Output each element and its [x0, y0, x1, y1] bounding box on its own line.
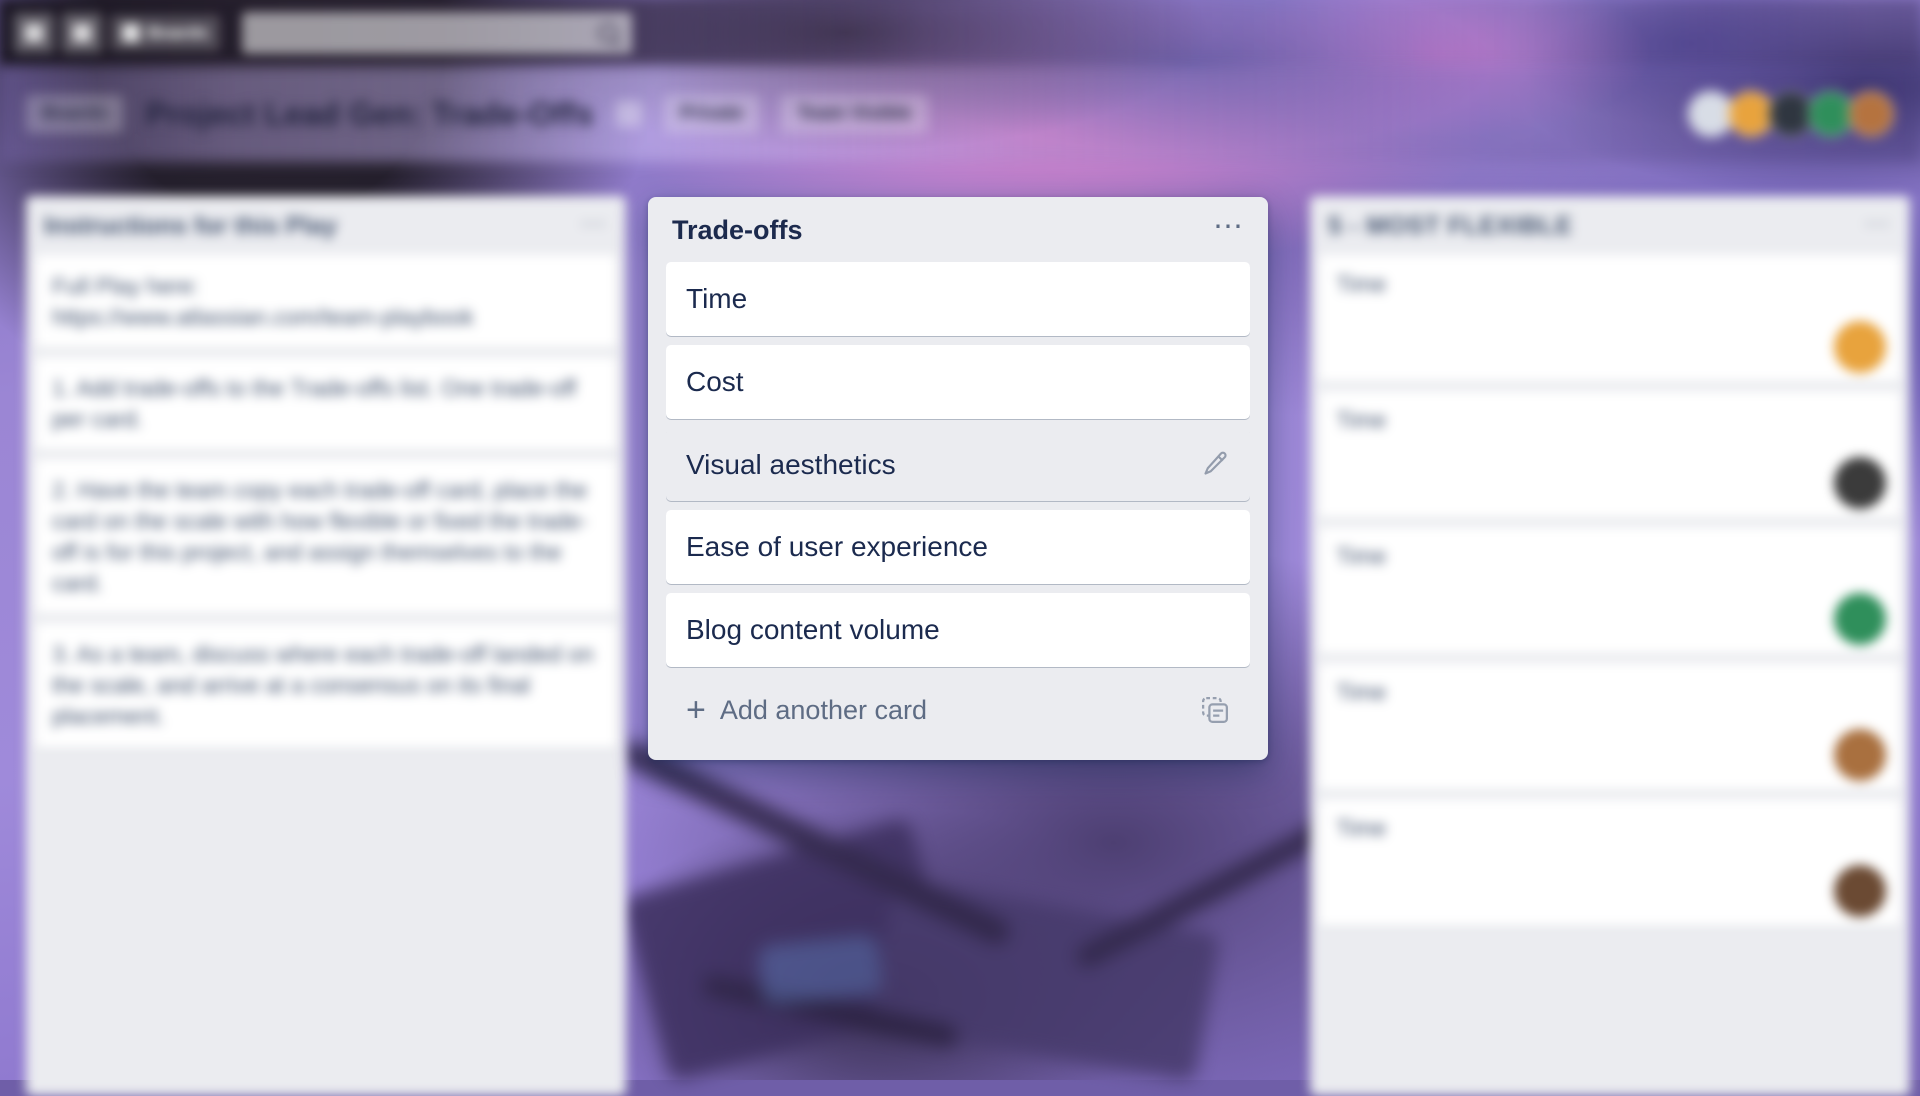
- search-input[interactable]: [242, 12, 632, 54]
- board-members-avatars[interactable]: [1694, 91, 1894, 137]
- member-avatar-5[interactable]: [1848, 91, 1894, 137]
- card[interactable]: Full Play here: https://www.atlassian.co…: [36, 255, 616, 349]
- card-title: 3. As a team, discuss where each trade-o…: [52, 639, 600, 732]
- card[interactable]: 2. Have the team copy each trade-off car…: [36, 459, 616, 615]
- page-title: Project Lead Gen: Trade-Offs: [145, 96, 593, 133]
- card-title: Time: [1336, 677, 1884, 708]
- card-title: Time: [1336, 269, 1884, 300]
- star-icon[interactable]: [616, 101, 642, 127]
- list-header: Instructions for this Play ⋯: [26, 196, 626, 255]
- card-title: 1. Add trade-offs to the Trade-offs list…: [52, 373, 600, 435]
- add-another-card-button[interactable]: + Add another card: [666, 673, 1250, 750]
- card-title: Cost: [686, 363, 1230, 401]
- list-instructions[interactable]: Instructions for this Play ⋯ Full Play h…: [26, 196, 626, 1096]
- card-avatar-4[interactable]: [1834, 729, 1886, 781]
- board-visibility-badge[interactable]: Private: [664, 95, 759, 133]
- card-title: Time: [1336, 813, 1884, 844]
- card[interactable]: Time: [1320, 799, 1900, 927]
- top-navigation-bar: Boards: [0, 0, 1920, 66]
- add-another-card-label: Add another card: [720, 695, 1186, 726]
- list-cards: Full Play here: https://www.atlassian.co…: [26, 255, 626, 755]
- list-menu-icon[interactable]: ⋯: [1213, 222, 1246, 240]
- board-header: Boards Project Lead Gen: Trade-Offs Priv…: [0, 66, 1920, 162]
- list-header: Trade-offs ⋯: [648, 197, 1268, 262]
- list-cards: Time Time Time Time Time: [1310, 255, 1910, 933]
- card-avatar-2[interactable]: [1834, 457, 1886, 509]
- trade-off-card[interactable]: Time: [666, 262, 1250, 336]
- card-avatar-5[interactable]: [1834, 865, 1886, 917]
- trade-off-card[interactable]: Ease of user experience: [666, 510, 1250, 584]
- list-tradeoffs[interactable]: Trade-offs ⋯ Time Cost Visual aesthetics Ea…: [648, 197, 1268, 760]
- card-title: Blog content volume: [686, 611, 1230, 649]
- card-avatar-3[interactable]: [1834, 593, 1886, 645]
- edit-pencil-icon[interactable]: [1200, 449, 1230, 479]
- trade-off-card[interactable]: Visual aesthetics: [666, 428, 1250, 502]
- trade-off-card[interactable]: Cost: [666, 345, 1250, 419]
- list-menu-icon[interactable]: ⋯: [580, 218, 608, 236]
- card[interactable]: Time: [1320, 255, 1900, 383]
- card-title: Full Play here: https://www.atlassian.co…: [52, 271, 600, 333]
- trade-off-card[interactable]: Blog content volume: [666, 593, 1250, 667]
- card-avatar-1[interactable]: [1834, 321, 1886, 373]
- list-title: Instructions for this Play: [44, 212, 580, 241]
- card-title: Time: [1336, 405, 1884, 436]
- list-title: 5 - MOST FLEXIBLE: [1328, 212, 1864, 241]
- boards-button[interactable]: Boards: [110, 15, 220, 51]
- card[interactable]: Time: [1320, 391, 1900, 519]
- plus-icon: +: [686, 697, 706, 723]
- list-cards: Time Cost Visual aesthetics Ease of user ex…: [648, 262, 1268, 667]
- boards-button-label: Boards: [148, 23, 208, 43]
- card-title: 2. Have the team copy each trade-off car…: [52, 475, 600, 599]
- list-header: 5 - MOST FLEXIBLE ⋯: [1310, 196, 1910, 255]
- card[interactable]: Time: [1320, 527, 1900, 655]
- list-menu-icon[interactable]: ⋯: [1864, 218, 1892, 236]
- card-title: Time: [686, 280, 1230, 318]
- card[interactable]: 1. Add trade-offs to the Trade-offs list…: [36, 357, 616, 451]
- card-template-icon[interactable]: [1200, 695, 1230, 725]
- card[interactable]: Time: [1320, 663, 1900, 791]
- list-title: Trade-offs: [672, 215, 1213, 246]
- breadcrumb-boards-link[interactable]: Boards: [26, 95, 123, 133]
- card-title: Time: [1336, 541, 1884, 572]
- apps-grid-icon[interactable]: [14, 13, 54, 53]
- card-title: Visual aesthetics: [686, 446, 1200, 484]
- home-icon[interactable]: [62, 13, 102, 53]
- board-team-badge[interactable]: Team Visible: [781, 95, 927, 133]
- search-icon: [598, 23, 618, 43]
- card-title: Ease of user experience: [686, 528, 1230, 566]
- boards-icon: [122, 24, 140, 42]
- list-most-flexible[interactable]: 5 - MOST FLEXIBLE ⋯ Time Time Time Time Time: [1310, 196, 1910, 1096]
- card[interactable]: 3. As a team, discuss where each trade-o…: [36, 623, 616, 748]
